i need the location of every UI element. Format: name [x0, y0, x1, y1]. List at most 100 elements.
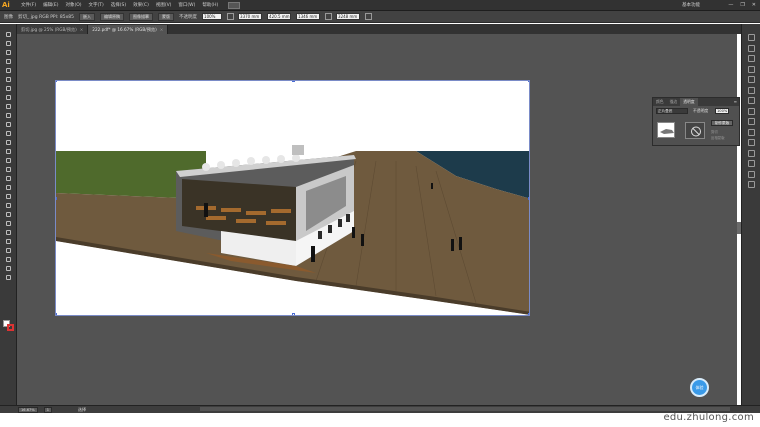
- blend-mode-select[interactable]: 正片叠底: [656, 108, 688, 114]
- resize-handle[interactable]: [528, 81, 529, 82]
- resize-handle[interactable]: [292, 313, 295, 315]
- tab-transparency[interactable]: 透明度: [680, 98, 698, 106]
- x-field[interactable]: 3370 mm: [238, 13, 263, 20]
- make-mask-button[interactable]: 制作蒙版: [711, 120, 733, 126]
- pen-tool-icon[interactable]: [4, 68, 13, 74]
- menu-view[interactable]: 视图(V): [156, 2, 172, 8]
- zoom-field[interactable]: 16.67%: [18, 406, 38, 413]
- placed-image[interactable]: [55, 80, 530, 316]
- invert-mask-checkbox[interactable]: 反相蒙版: [711, 135, 725, 140]
- object-thumbnail[interactable]: [657, 122, 675, 138]
- close-icon[interactable]: ✕: [752, 2, 756, 8]
- mask-slot[interactable]: [685, 122, 705, 139]
- slice-tool-icon[interactable]: [4, 257, 13, 263]
- line-tool-icon[interactable]: [4, 86, 13, 92]
- mask-button[interactable]: 蒙版: [158, 12, 175, 21]
- tab-color[interactable]: 颜色: [653, 98, 667, 106]
- lasso-tool-icon[interactable]: [4, 59, 13, 65]
- menu-effect[interactable]: 效果(C): [133, 2, 149, 8]
- free-transform-tool-icon[interactable]: [4, 167, 13, 173]
- bridge-icon[interactable]: [228, 1, 241, 9]
- close-icon[interactable]: ×: [160, 27, 164, 32]
- hand-tool-icon[interactable]: [4, 266, 13, 272]
- vertical-scrollbar[interactable]: [737, 222, 741, 234]
- floating-action-button[interactable]: 体验: [690, 378, 709, 397]
- reference-point-icon[interactable]: [227, 13, 235, 20]
- rotate-tool-icon[interactable]: [4, 140, 13, 146]
- align-icon[interactable]: [748, 170, 755, 178]
- embed-button[interactable]: 嵌入: [79, 12, 96, 21]
- selection-tool-icon[interactable]: [4, 32, 13, 38]
- type-tool-icon[interactable]: [4, 77, 13, 83]
- libraries-icon[interactable]: [748, 34, 755, 41]
- opacity-input[interactable]: 100%: [715, 108, 729, 114]
- resize-handle[interactable]: [292, 81, 295, 82]
- tab-document-2[interactable]: 222.pdf* @ 16.67% (RGB/预览) ×: [88, 25, 169, 34]
- stroke-swatch[interactable]: [7, 324, 14, 331]
- close-icon[interactable]: ×: [80, 27, 84, 32]
- y-field[interactable]: 420.5 mm: [267, 13, 292, 20]
- menu-window[interactable]: 窗口(W): [178, 2, 195, 8]
- width-tool-icon[interactable]: [4, 158, 13, 164]
- tab-stroke[interactable]: 描边: [667, 98, 681, 106]
- panel-menu-icon[interactable]: ≡: [734, 99, 737, 104]
- menu-type[interactable]: 文字(T): [89, 2, 104, 8]
- scale-tool-icon[interactable]: [4, 149, 13, 155]
- resize-handle[interactable]: [528, 197, 529, 200]
- graphic-styles-icon[interactable]: [748, 139, 755, 146]
- restore-icon[interactable]: ❐: [740, 2, 744, 8]
- artboard-tool-icon[interactable]: [4, 248, 13, 254]
- gradient-icon[interactable]: [748, 107, 755, 115]
- blob-brush-tool-icon[interactable]: [4, 122, 13, 128]
- file-info-link[interactable]: 剪切_ jpg RGB PPI: 85x85: [18, 14, 74, 20]
- clip-checkbox[interactable]: 剪切: [711, 129, 718, 134]
- brushes-icon[interactable]: [748, 76, 755, 83]
- color-icon[interactable]: [748, 44, 755, 52]
- swatches-icon[interactable]: [748, 65, 755, 73]
- menu-help[interactable]: 帮助(H): [202, 2, 218, 8]
- symbol-sprayer-tool-icon[interactable]: [4, 230, 13, 236]
- perspective-grid-tool-icon[interactable]: [4, 185, 13, 191]
- menu-select[interactable]: 选择(S): [111, 2, 126, 8]
- color-guide-icon[interactable]: [748, 55, 755, 62]
- paintbrush-tool-icon[interactable]: [4, 104, 13, 110]
- eraser-tool-icon[interactable]: [4, 131, 13, 137]
- minimize-icon[interactable]: —: [728, 2, 733, 8]
- link-proportions-icon[interactable]: [325, 13, 333, 20]
- menu-file[interactable]: 文件(F): [21, 2, 36, 8]
- stroke-icon[interactable]: [748, 97, 755, 104]
- tab-document-1[interactable]: 剪切.jpg @ 25% (RGB/预览) ×: [17, 25, 89, 34]
- appearance-icon[interactable]: [748, 128, 755, 136]
- pencil-tool-icon[interactable]: [4, 113, 13, 119]
- artboard-nav-field[interactable]: 1: [43, 406, 52, 413]
- blend-tool-icon[interactable]: [4, 221, 13, 227]
- opacity-field[interactable]: 100%: [202, 13, 223, 20]
- resize-handle[interactable]: [56, 313, 57, 315]
- height-field[interactable]: 3248 mm: [336, 13, 361, 20]
- status-text[interactable]: 选择: [78, 407, 86, 413]
- menu-edit[interactable]: 编辑(E): [43, 2, 58, 8]
- magic-wand-tool-icon[interactable]: [4, 50, 13, 56]
- pathfinder-icon[interactable]: [748, 181, 755, 188]
- graph-tool-icon[interactable]: [4, 239, 13, 245]
- transparency-icon[interactable]: [748, 118, 755, 125]
- resize-handle[interactable]: [528, 313, 529, 315]
- rectangle-tool-icon[interactable]: [4, 95, 13, 101]
- artboards-icon[interactable]: [748, 160, 755, 167]
- menu-object[interactable]: 对象(O): [65, 2, 81, 8]
- eyedropper-tool-icon[interactable]: [4, 212, 13, 218]
- resize-handle[interactable]: [56, 81, 57, 82]
- shape-builder-tool-icon[interactable]: [4, 176, 13, 182]
- mesh-tool-icon[interactable]: [4, 194, 13, 200]
- horizontal-scrollbar[interactable]: [200, 407, 730, 411]
- layers-icon[interactable]: [748, 149, 755, 157]
- width-field[interactable]: 1346 mm: [296, 13, 321, 20]
- symbols-icon[interactable]: [748, 86, 755, 94]
- image-trace-button[interactable]: 图像描摹: [129, 12, 154, 21]
- gradient-tool-icon[interactable]: [4, 203, 13, 209]
- resize-handle[interactable]: [56, 197, 57, 200]
- edit-original-button[interactable]: 编辑原稿: [100, 12, 125, 21]
- direct-selection-tool-icon[interactable]: [4, 41, 13, 47]
- zoom-tool-icon[interactable]: [4, 275, 13, 281]
- transform-icon[interactable]: [365, 13, 373, 20]
